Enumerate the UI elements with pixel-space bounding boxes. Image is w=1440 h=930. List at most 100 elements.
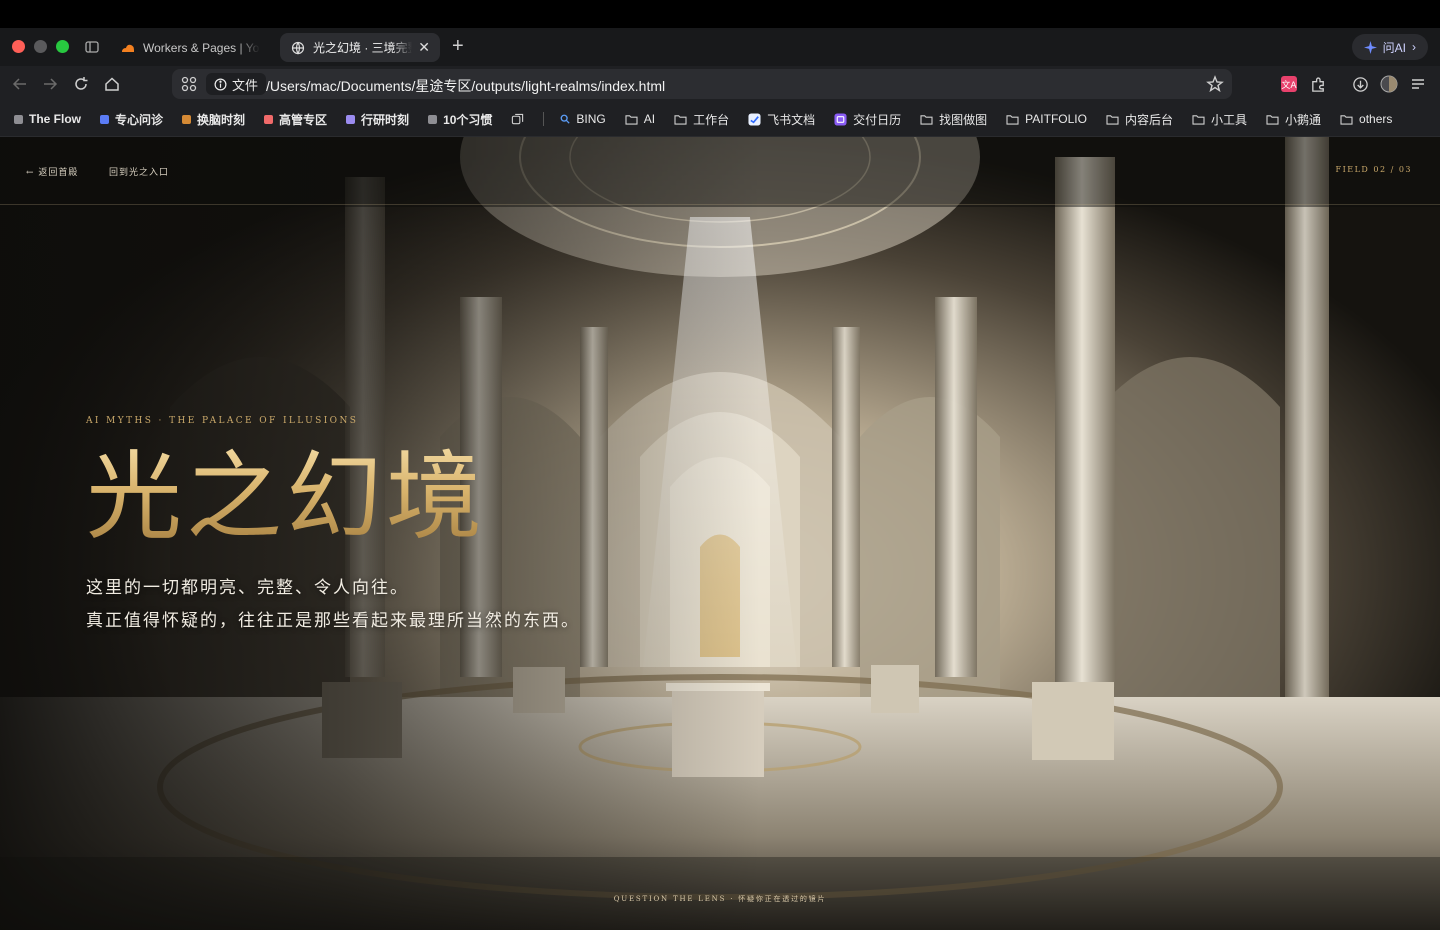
group-color-dot bbox=[182, 114, 192, 124]
tab-title: 光之幻境 · 三境完整 bbox=[313, 41, 413, 55]
hero-section: ← 返回首殿 回到光之入口 FIELD 02 / 03 AI MYTHS · T… bbox=[0, 137, 1440, 930]
bookmark-group-research[interactable]: 行研时刻 bbox=[346, 111, 409, 128]
bookmark-folder-workbench[interactable]: 工作台 bbox=[674, 111, 729, 128]
bookmark-label: 10个习惯 bbox=[443, 112, 493, 127]
bookmark-label: The Flow bbox=[29, 112, 81, 126]
bookmark-group-executive[interactable]: 高管专区 bbox=[264, 111, 327, 128]
bookmark-group-habits[interactable]: 10个习惯 bbox=[428, 111, 492, 128]
bookmark-label: 行研时刻 bbox=[361, 112, 410, 127]
svg-text:文A: 文A bbox=[1281, 79, 1297, 91]
folder-icon bbox=[1340, 114, 1353, 125]
bookmark-folder-xiaoe[interactable]: 小鹅通 bbox=[1266, 111, 1321, 128]
ask-ai-label: 问AI bbox=[1382, 40, 1406, 55]
folder-icon bbox=[625, 114, 638, 125]
bookmark-label: 换脑时刻 bbox=[197, 112, 246, 127]
bookmark-label: 内容后台 bbox=[1124, 112, 1173, 127]
profile-avatar-icon[interactable] bbox=[1379, 74, 1399, 94]
chevron-right-icon: › bbox=[1412, 40, 1416, 54]
back-to-main-hall-link[interactable]: ← 返回首殿 bbox=[26, 165, 78, 178]
bookmark-bing[interactable]: BING bbox=[560, 112, 606, 126]
bookmark-star-icon[interactable] bbox=[1206, 75, 1224, 93]
folder-icon bbox=[1106, 114, 1119, 125]
bookmark-feishu-docs[interactable]: 飞书文档 bbox=[748, 111, 815, 128]
extensions-puzzle-icon[interactable] bbox=[1308, 74, 1328, 94]
group-color-dot bbox=[346, 114, 356, 124]
window-minimize-button[interactable] bbox=[34, 40, 47, 53]
site-info-chip[interactable]: 文件 bbox=[206, 73, 267, 95]
bookmark-label: BING bbox=[576, 112, 606, 126]
bookmark-label: 交付日历 bbox=[853, 112, 902, 127]
bookmark-group-brain[interactable]: 换脑时刻 bbox=[182, 111, 245, 128]
folder-icon bbox=[1006, 114, 1019, 125]
bookmark-group-the-flow[interactable]: The Flow bbox=[14, 112, 81, 126]
globe-icon bbox=[290, 40, 306, 56]
reload-icon[interactable] bbox=[71, 74, 91, 94]
field-counter: FIELD 02 / 03 bbox=[1335, 165, 1412, 174]
tab-overview-icon[interactable] bbox=[84, 39, 100, 55]
bookmark-label: AI bbox=[643, 112, 656, 126]
tab-bar: Workers & Pages | York 光之幻境 · 三境完整 ✕ + 问… bbox=[0, 28, 1440, 66]
bookmark-folder-paitfolio[interactable]: PAITFOLIO bbox=[1006, 112, 1087, 126]
bookmark-folder-images[interactable]: 找图做图 bbox=[920, 111, 987, 128]
bookmark-label: PAITFOLIO bbox=[1025, 112, 1087, 126]
bookmark-folder-ai[interactable]: AI bbox=[625, 112, 655, 126]
folder-icon bbox=[1266, 114, 1279, 125]
folder-icon bbox=[674, 114, 687, 125]
menu-lines-icon[interactable] bbox=[1408, 74, 1428, 94]
apps-grid-icon[interactable] bbox=[180, 75, 198, 93]
tab-groups-icon[interactable] bbox=[511, 113, 524, 126]
info-icon bbox=[214, 78, 227, 90]
sparkle-icon bbox=[1363, 40, 1377, 54]
navigation-bar: 文件 /Users/mac/Documents/星途专区/outputs/lig… bbox=[0, 66, 1440, 102]
bookmark-folder-tools[interactable]: 小工具 bbox=[1192, 111, 1247, 128]
bookmark-folder-others[interactable]: others bbox=[1340, 112, 1392, 126]
site-info-label: 文件 bbox=[232, 77, 259, 93]
bottom-caption: QUESTION THE LENS · 怀疑你正在透过的镜片 bbox=[613, 895, 827, 903]
bookmark-label: others bbox=[1359, 112, 1393, 126]
hero-subtitle-line-1: 这里的一切都明亮、完整、令人向往。 bbox=[86, 578, 409, 598]
back-to-entrance-link[interactable]: 回到光之入口 bbox=[109, 165, 169, 178]
page-header: ← 返回首殿 回到光之入口 FIELD 02 / 03 bbox=[0, 137, 1440, 205]
address-bar[interactable]: 文件 /Users/mac/Documents/星途专区/outputs/lig… bbox=[172, 69, 1232, 99]
forward-arrow-icon[interactable] bbox=[40, 74, 60, 94]
bookmark-label: 飞书文档 bbox=[767, 112, 816, 127]
hero-subtitle-line-2: 真正值得怀疑的，往往正是那些看起来最理所当然的东西。 bbox=[86, 611, 580, 631]
bookmarks-bar: The Flow 专心问诊 换脑时刻 高管专区 行研时刻 10个习惯 BING … bbox=[0, 102, 1440, 136]
browser-chrome: Workers & Pages | York 光之幻境 · 三境完整 ✕ + 问… bbox=[0, 28, 1440, 137]
bookmark-delivery-calendar[interactable]: 交付日历 bbox=[834, 111, 901, 128]
ask-ai-button[interactable]: 问AI › bbox=[1351, 34, 1428, 60]
new-tab-icon[interactable]: + bbox=[452, 36, 464, 56]
folder-icon bbox=[920, 114, 933, 125]
bookmark-label: 小鹅通 bbox=[1285, 112, 1322, 127]
translate-extension-icon[interactable]: 文A bbox=[1279, 74, 1299, 94]
home-icon[interactable] bbox=[102, 74, 122, 94]
tab-workers-pages[interactable]: Workers & Pages | York bbox=[110, 33, 270, 62]
bookmark-label: 小工具 bbox=[1210, 112, 1247, 127]
hero-eyebrow: AI MYTHS · THE PALACE OF ILLUSIONS bbox=[86, 416, 359, 426]
group-color-dot bbox=[428, 114, 438, 124]
feishu-icon bbox=[748, 112, 761, 126]
bookmark-folder-content-admin[interactable]: 内容后台 bbox=[1106, 111, 1173, 128]
bookmark-label: 工作台 bbox=[693, 112, 730, 127]
group-color-dot bbox=[264, 114, 274, 124]
url-text[interactable]: /Users/mac/Documents/星途专区/outputs/light-… bbox=[266, 76, 665, 96]
hero-title: 光之幻境 bbox=[86, 437, 486, 557]
bookmark-label: 专心问诊 bbox=[115, 112, 164, 127]
folder-icon bbox=[1192, 114, 1205, 125]
window-zoom-button[interactable] bbox=[56, 40, 69, 53]
cloudflare-icon bbox=[120, 40, 136, 56]
screen-top-strip bbox=[0, 0, 1440, 28]
group-color-dot bbox=[14, 114, 23, 124]
calendar-icon bbox=[834, 112, 847, 126]
search-icon bbox=[561, 114, 571, 124]
window-close-button[interactable] bbox=[12, 40, 25, 53]
back-arrow-icon[interactable] bbox=[10, 74, 30, 94]
tab-light-realms[interactable]: 光之幻境 · 三境完整 ✕ bbox=[280, 33, 440, 62]
download-icon[interactable] bbox=[1350, 74, 1370, 94]
bookmark-group-focus[interactable]: 专心问诊 bbox=[100, 111, 163, 128]
group-color-dot bbox=[100, 114, 109, 124]
close-tab-icon[interactable]: ✕ bbox=[418, 39, 430, 56]
bookmark-label: 找图做图 bbox=[939, 112, 988, 127]
bookmark-label: 高管专区 bbox=[279, 112, 328, 127]
bookmarks-separator bbox=[543, 112, 545, 126]
